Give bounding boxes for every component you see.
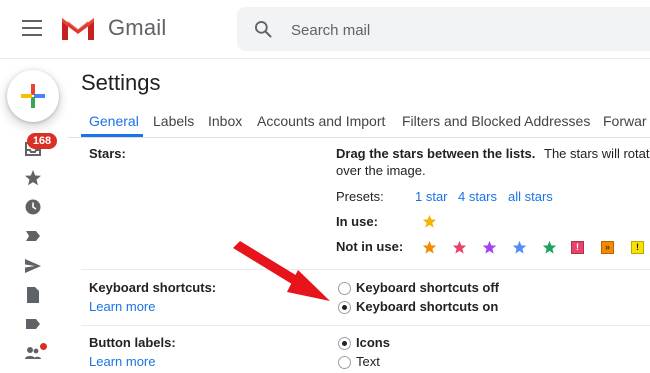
stars-description-cont: over the image.: [336, 163, 426, 178]
snoozed-clock-icon[interactable]: [24, 198, 42, 216]
keyboard-shortcuts-off-label[interactable]: Keyboard shortcuts off: [356, 280, 499, 295]
settings-panel: Settings General Labels Inbox Accounts a…: [68, 59, 650, 373]
blue-star-icon[interactable]: [512, 240, 527, 255]
main-menu-icon[interactable]: [22, 20, 42, 36]
stars-label: Stars:: [89, 146, 126, 161]
tab-inbox[interactable]: Inbox: [208, 113, 242, 129]
settings-tabs: General Labels Inbox Accounts and Import…: [68, 104, 650, 138]
keyboard-shortcuts-label: Keyboard shortcuts:: [89, 280, 217, 295]
button-labels-icons-label[interactable]: Icons: [356, 335, 390, 350]
drafts-icon[interactable]: [24, 286, 42, 304]
starred-icon[interactable]: [24, 169, 42, 187]
tab-forwarding[interactable]: Forwar: [603, 113, 647, 129]
search-icon[interactable]: [253, 19, 273, 39]
keyboard-shortcuts-on-radio[interactable]: [338, 301, 351, 314]
gmail-m-icon: [62, 18, 94, 40]
green-star-icon[interactable]: [542, 240, 557, 255]
stars-description-bold: Drag the stars between the lists.: [336, 146, 536, 161]
in-use-label: In use:: [336, 214, 378, 229]
button-labels-text-radio[interactable]: [338, 356, 351, 369]
tab-filters-and-blocked-addresses[interactable]: Filters and Blocked Addresses: [402, 113, 590, 129]
tab-accounts-and-import[interactable]: Accounts and Import: [257, 113, 385, 129]
keyboard-shortcuts-off-radio[interactable]: [338, 282, 351, 295]
label-icon[interactable]: [24, 315, 42, 333]
section-divider: [81, 325, 650, 326]
sent-icon[interactable]: [24, 257, 42, 275]
gmail-logo[interactable]: Gmail: [60, 14, 180, 44]
purple-star-icon[interactable]: [482, 240, 497, 255]
yellow-bang-icon[interactable]: !: [631, 241, 644, 254]
search-input[interactable]: [289, 17, 633, 43]
yellow-star-icon[interactable]: [422, 214, 437, 229]
preset-all-stars-link[interactable]: all stars: [508, 189, 553, 204]
compose-button[interactable]: [7, 70, 59, 122]
button-labels-label: Button labels:: [89, 335, 176, 350]
orange-star-icon[interactable]: [422, 240, 437, 255]
left-rail: 168: [0, 59, 68, 373]
preset-1-star-link[interactable]: 1 star: [415, 189, 448, 204]
not-in-use-label: Not in use:: [336, 239, 404, 254]
presets-label: Presets:: [336, 189, 384, 204]
page-title: Settings: [81, 70, 161, 95]
red-star-icon[interactable]: [452, 240, 467, 255]
keyboard-shortcuts-learn-more-link[interactable]: Learn more: [89, 299, 155, 314]
app-name: Gmail: [108, 15, 167, 40]
orange-guillemet-icon[interactable]: »: [601, 241, 614, 254]
stars-description: The stars will rotate: [544, 146, 650, 161]
red-bang-icon[interactable]: !: [571, 241, 584, 254]
notification-dot: [40, 343, 47, 350]
top-bar: Gmail: [0, 0, 650, 59]
important-label-icon[interactable]: [24, 227, 42, 245]
button-labels-learn-more-link[interactable]: Learn more: [89, 354, 155, 369]
unread-count-badge: 168: [27, 133, 57, 149]
tab-labels[interactable]: Labels: [153, 113, 194, 129]
keyboard-shortcuts-on-label[interactable]: Keyboard shortcuts on: [356, 299, 498, 314]
button-labels-text-label[interactable]: Text: [356, 354, 380, 369]
section-divider: [81, 269, 650, 270]
search-bar: [237, 7, 650, 51]
preset-4-stars-link[interactable]: 4 stars: [458, 189, 497, 204]
tab-general[interactable]: General: [89, 113, 139, 129]
compose-plus-icon: [21, 84, 45, 108]
active-tab-indicator: [81, 134, 143, 137]
button-labels-icons-radio[interactable]: [338, 337, 351, 350]
